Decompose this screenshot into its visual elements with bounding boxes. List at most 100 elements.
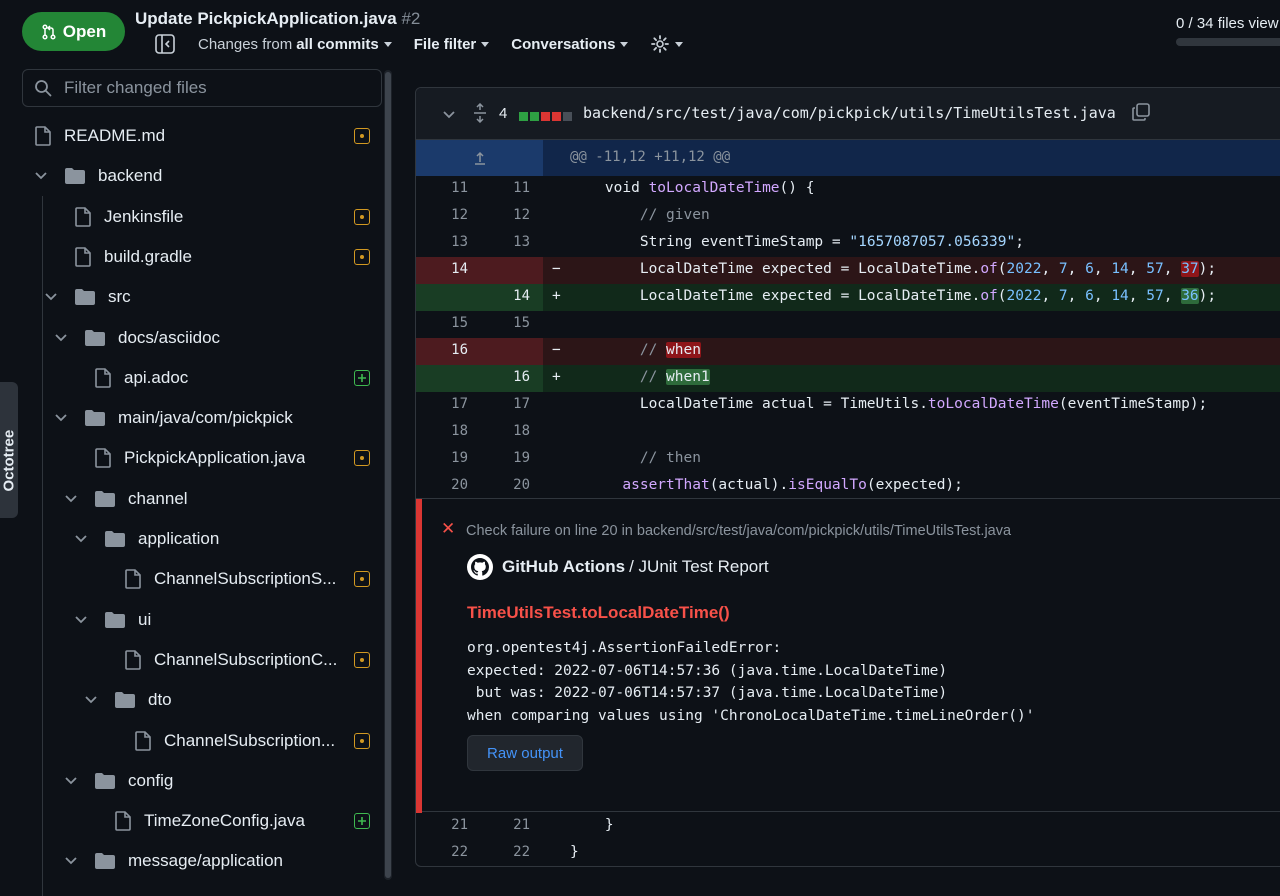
old-line-number[interactable]: 22 (428, 844, 468, 860)
code-text: LocalDateTime expected = LocalDateTime.o… (570, 288, 1217, 304)
old-line-number[interactable]: 12 (428, 207, 468, 223)
tree-file[interactable]: api.adoc (94, 358, 188, 398)
file-filter-dropdown[interactable]: File filter (414, 36, 490, 53)
new-line-number[interactable]: 21 (490, 817, 530, 833)
tree-file[interactable]: README.md (34, 116, 165, 156)
raw-output-button[interactable]: Raw output (467, 735, 583, 771)
tree-file[interactable]: TimeZoneConfig.java (114, 801, 305, 841)
file-diff: 4 backend/src/test/java/com/pickpick/uti… (415, 87, 1280, 867)
tree-folder[interactable]: docs/asciidoc (54, 318, 220, 358)
filter-changed-files-input[interactable]: Filter changed files (22, 69, 382, 107)
pr-title-text: Update PickpickApplication.java (135, 9, 397, 28)
file-added-icon (354, 369, 370, 386)
tree-folder[interactable]: dto (84, 680, 172, 720)
tree-folder[interactable]: src (44, 277, 131, 317)
diff-line: 12 12 // given (416, 203, 1280, 230)
old-line-number[interactable]: 13 (428, 234, 468, 250)
new-line-number[interactable]: 14 (490, 288, 530, 304)
tree-item-label: build.gradle (104, 246, 192, 266)
old-line-number[interactable]: 20 (428, 477, 468, 493)
tree-file[interactable]: Jenkinsfile (74, 197, 183, 237)
tree-item-label: TimeZoneConfig.java (144, 811, 305, 831)
tree-folder[interactable]: application (74, 519, 219, 559)
chevron-down-icon[interactable] (64, 492, 78, 506)
new-line-number[interactable]: 15 (490, 315, 530, 331)
chevron-down-icon[interactable] (442, 108, 456, 122)
octotree-toggle[interactable]: Octotree (0, 382, 18, 518)
toggle-file-tree-button[interactable] (154, 33, 176, 55)
file-modified-icon (354, 208, 370, 225)
sidebar-toggle-icon (155, 34, 175, 54)
old-line-number[interactable]: 18 (428, 423, 468, 439)
old-line-number[interactable]: 21 (428, 817, 468, 833)
pr-status-badge: Open (22, 12, 125, 51)
annotation-app-name: GitHub Actions (502, 557, 626, 576)
folder-icon (84, 409, 106, 427)
new-line-number[interactable]: 19 (490, 450, 530, 466)
tree-folder[interactable]: message/application (64, 841, 283, 881)
code-text: LocalDateTime actual = TimeUtils.toLocal… (570, 396, 1208, 412)
old-line-number[interactable]: 11 (428, 180, 468, 196)
tree-file[interactable]: build.gradle (74, 237, 192, 277)
code-text: } (570, 817, 614, 833)
chevron-down-icon[interactable] (84, 693, 98, 707)
check-failure-annotation: ✕ Check failure on line 20 in backend/sr… (416, 498, 1280, 813)
tree-file[interactable]: PickpickApplication.java (94, 438, 305, 478)
chevron-down-icon[interactable] (54, 331, 68, 345)
old-line-number[interactable]: 15 (428, 315, 468, 331)
code-text: // given (570, 207, 710, 223)
folder-icon (94, 852, 116, 870)
expand-all-icon[interactable] (472, 103, 488, 123)
new-line-number[interactable]: 12 (490, 207, 530, 223)
new-line-number[interactable]: 22 (490, 844, 530, 860)
tree-folder[interactable]: ui (74, 600, 151, 640)
new-line-number[interactable]: 20 (490, 477, 530, 493)
chevron-down-icon[interactable] (64, 854, 78, 868)
tree-item-label: src (108, 287, 131, 307)
file-icon (134, 730, 152, 751)
conversations-dropdown[interactable]: Conversations (511, 36, 629, 53)
file-modified-icon (354, 248, 370, 265)
chevron-down-icon[interactable] (74, 613, 88, 627)
chevron-down-icon[interactable] (64, 774, 78, 788)
new-line-number[interactable]: 11 (490, 180, 530, 196)
old-line-number[interactable]: 19 (428, 450, 468, 466)
chevron-down-icon[interactable] (34, 169, 48, 183)
pull-request-icon (42, 23, 56, 40)
tree-item-label: PickpickApplication.java (124, 448, 306, 468)
file-modified-icon (354, 128, 370, 144)
file-icon (74, 206, 92, 227)
copy-icon[interactable] (1131, 102, 1151, 122)
file-icon (94, 448, 112, 469)
tree-folder[interactable]: channel (64, 479, 188, 519)
old-line-number[interactable]: 14 (428, 261, 468, 277)
sidebar-scrollbar-thumb[interactable] (385, 72, 391, 878)
chevron-down-icon[interactable] (54, 411, 68, 425)
folder-icon (64, 167, 86, 185)
tree-folder[interactable]: backend (34, 156, 162, 196)
octotree-label: Octotree (0, 429, 18, 492)
chevron-down-icon[interactable] (44, 290, 58, 304)
tree-file[interactable]: ChannelSubscriptionS... (124, 559, 336, 599)
diff-line: 11 11 void toLocalDateTime() { (416, 176, 1280, 203)
chevron-down-icon[interactable] (74, 532, 88, 546)
file-path[interactable]: backend/src/test/java/com/pickpick/utils… (583, 104, 1116, 122)
expand-up-button[interactable] (416, 140, 543, 176)
tree-folder[interactable]: main/java/com/pickpick (54, 398, 293, 438)
changes-from-dropdown[interactable]: Changes from all commits (198, 36, 392, 53)
new-line-number[interactable]: 17 (490, 396, 530, 412)
tree-folder[interactable]: config (64, 761, 173, 801)
tree-file[interactable]: ChannelSubscription... (134, 721, 335, 761)
diff-line: 20 20 assertThat(actual).isEqualTo(expect… (416, 473, 1280, 500)
new-line-number[interactable]: 16 (490, 369, 530, 385)
new-line-number[interactable]: 18 (490, 423, 530, 439)
new-line-number[interactable]: 13 (490, 234, 530, 250)
tree-file[interactable]: ChannelSubscriptionC... (124, 640, 337, 680)
hunk-header: @@ -11,12 +11,12 @@ (416, 140, 1280, 176)
old-line-number[interactable]: 16 (428, 342, 468, 358)
expand-up-icon (474, 151, 485, 165)
added-line: 14 + LocalDateTime expected = LocalDateT… (416, 284, 1280, 311)
old-line-number[interactable]: 17 (428, 396, 468, 412)
tree-item-label: dto (148, 690, 172, 710)
diff-settings-button[interactable] (650, 34, 684, 54)
